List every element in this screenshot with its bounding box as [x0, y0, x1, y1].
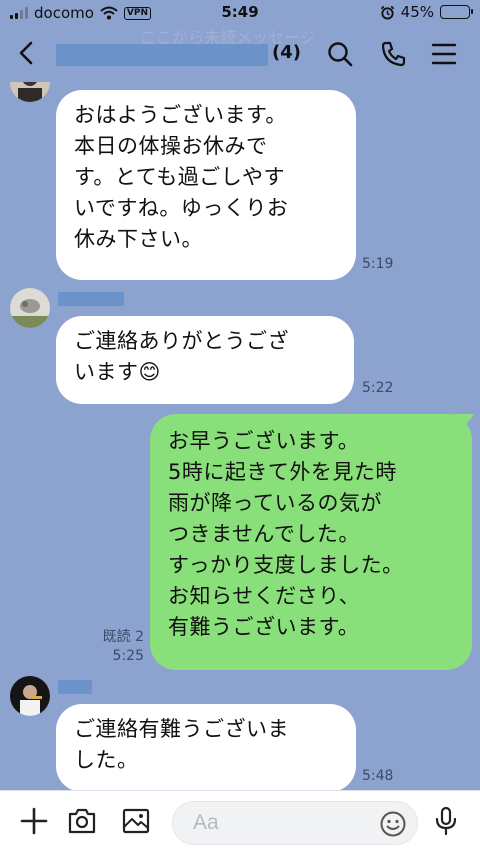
- message-time: 5:25: [112, 648, 144, 664]
- camera-icon[interactable]: [66, 805, 98, 837]
- status-bar: docomo VPN 5:49 45%: [0, 0, 480, 26]
- avatar[interactable]: [10, 288, 50, 328]
- chat-header: ここから未読メッセージ (4): [0, 26, 480, 82]
- avatar-photo: [10, 288, 50, 328]
- message-time: 5:22: [362, 380, 394, 396]
- read-receipt: 既読 2: [102, 629, 144, 645]
- chat-name-redacted[interactable]: [56, 44, 268, 66]
- input-placeholder: Aa: [193, 811, 219, 834]
- plus-icon[interactable]: [18, 805, 50, 837]
- bubble-tail: [452, 414, 474, 432]
- input-bar: Aa: [0, 790, 480, 854]
- message-input[interactable]: Aa: [172, 801, 418, 845]
- message-time: 5:19: [362, 256, 394, 272]
- message-bubble-incoming[interactable]: ご連絡ありがとうござ います😊: [56, 316, 354, 404]
- message-bubble-outgoing[interactable]: お早うございます。 5時に起きて外を見た時 雨が降っているの気が つきませんでし…: [150, 414, 472, 670]
- search-icon[interactable]: [326, 40, 354, 68]
- alarm-icon: [380, 5, 394, 20]
- status-right: 45%: [380, 3, 473, 21]
- image-icon[interactable]: [120, 805, 152, 837]
- sender-name-redacted: [58, 680, 92, 694]
- mic-icon[interactable]: [430, 805, 462, 837]
- back-icon[interactable]: [12, 38, 42, 68]
- message-text: ご連絡ありがとうござ います: [74, 329, 289, 384]
- smile-emoji-icon: 😊: [138, 360, 161, 384]
- phone-icon[interactable]: [380, 40, 408, 68]
- sender-name-redacted: [58, 292, 124, 306]
- battery-icon: [440, 5, 473, 19]
- message-bubble-incoming[interactable]: ご連絡有難うございま した。: [56, 704, 356, 792]
- avatar[interactable]: [10, 676, 50, 716]
- message-time: 5:48: [362, 768, 394, 784]
- battery-percent: 45%: [400, 3, 434, 21]
- avatar-photo: [10, 676, 50, 716]
- menu-icon[interactable]: [430, 40, 458, 68]
- emoji-icon[interactable]: [379, 810, 407, 838]
- member-count: (4): [272, 42, 301, 63]
- message-bubble-incoming[interactable]: おはようございます。 本日の体操お休みで す。とても過ごしやす いですね。ゆっく…: [56, 90, 356, 280]
